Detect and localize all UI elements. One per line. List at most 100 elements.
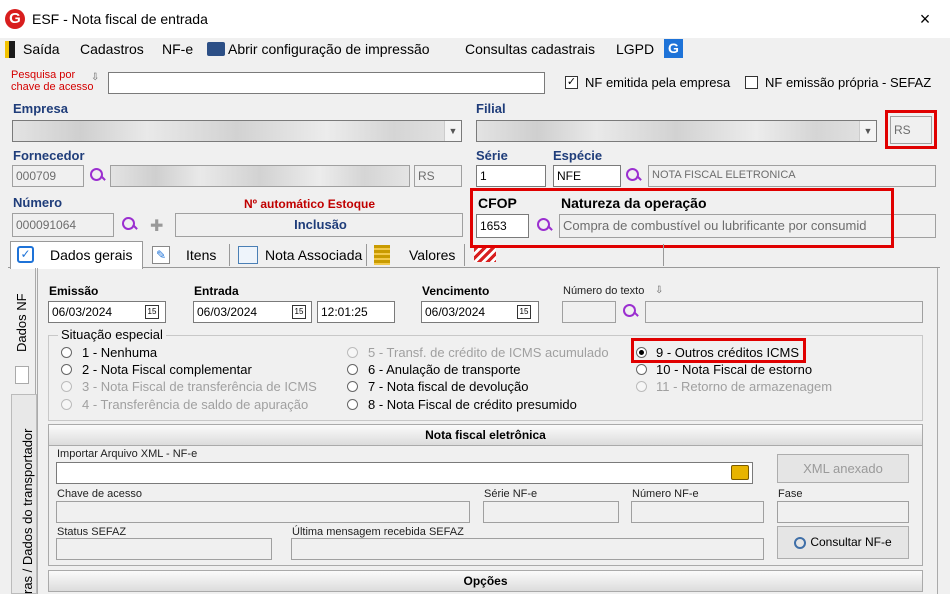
door-exit-icon [5, 41, 15, 58]
fornecedor-uf-field: RS [414, 165, 462, 187]
lgpd-app-icon[interactable]: G [664, 39, 683, 58]
title-bar: G ESF - Nota fiscal de entrada × [0, 0, 950, 38]
checkmark-icon: ✓ [17, 246, 34, 263]
numero-field[interactable]: 000091064 [12, 213, 114, 237]
radio-opt6[interactable] [347, 364, 358, 375]
nf-emitida-checkbox[interactable]: ✓ [565, 76, 578, 89]
radio-opt6-label: 6 - Anulação de transporte [368, 362, 521, 377]
close-button[interactable]: × [910, 6, 940, 32]
filial-uf-highlight [885, 110, 937, 149]
radio-opt7[interactable] [347, 381, 358, 392]
serie-nfe-label: Série NF-e [484, 488, 538, 500]
sort-arrow-icon: ⇩ [91, 72, 100, 83]
radio-opt1[interactable] [61, 347, 72, 358]
app-logo-icon: G [5, 9, 25, 29]
nf-emitida-label: NF emitida pela empresa [585, 75, 731, 90]
menu-lgpd[interactable]: LGPD [616, 41, 654, 57]
radio-opt7-label: 7 - Nota fiscal de devolução [368, 379, 529, 394]
entrada-calendar-icon[interactable]: 15 [292, 305, 306, 319]
numero-label: Número [13, 195, 63, 210]
tab-valores[interactable]: Valores [409, 242, 455, 268]
emissao-calendar-icon[interactable]: 15 [145, 305, 159, 319]
side-tab-dados-nf[interactable]: Dados NF [14, 292, 32, 352]
nf-propria-label: NF emissão própria - SEFAZ [765, 75, 932, 90]
side-document-icon [15, 366, 29, 384]
radio-opt8[interactable] [347, 399, 358, 410]
empresa-label: Empresa [13, 101, 68, 116]
radio-opt4 [61, 399, 72, 410]
status-sefaz-field [56, 538, 272, 560]
search-label-line2: chave de acesso [11, 81, 94, 93]
numero-add-icon[interactable]: ✚ [150, 216, 163, 236]
radio-opt8-label: 8 - Nota Fiscal de crédito presumido [368, 397, 577, 412]
radio-opt5 [347, 347, 358, 358]
numero-texto-sort-icon: ⇩ [655, 285, 664, 296]
menu-cadastros[interactable]: Cadastros [80, 41, 144, 57]
radio-opt3 [61, 381, 72, 392]
numero-nfe-field [631, 501, 764, 523]
radio-opt11-label: 11 - Retorno de armazenagem [656, 379, 833, 394]
emissao-label: Emissão [49, 284, 99, 298]
radio-opt10-label: 10 - Nota Fiscal de estorno [656, 362, 813, 377]
vencimento-calendar-icon[interactable]: 15 [517, 305, 531, 319]
menu-consultas-cadastrais[interactable]: Consultas cadastrais [465, 41, 595, 57]
menu-nfe[interactable]: NF-e [162, 41, 193, 57]
numero-texto-desc-field [645, 301, 923, 323]
fornecedor-code-field[interactable]: 000709 [12, 165, 84, 187]
numero-nfe-label: Número NF-e [632, 488, 699, 500]
especie-search-icon[interactable] [625, 167, 641, 183]
radio-opt5-label: 5 - Transf. de crédito de ICMS acumulado [368, 345, 609, 360]
especie-code-input[interactable]: NFE [553, 165, 621, 187]
numero-texto-label: Número do texto [563, 285, 645, 297]
consultar-nfe-label: Consultar NF-e [810, 535, 892, 549]
especie-label: Espécie [553, 148, 603, 163]
fase-label: Fase [778, 488, 803, 500]
radio-opt2[interactable] [61, 364, 72, 375]
serie-nfe-field [483, 501, 619, 523]
cfop-natureza-highlight [470, 188, 894, 248]
tab-dados-gerais[interactable]: Dados gerais [50, 242, 133, 268]
search-chave-input[interactable] [108, 72, 545, 94]
empresa-select[interactable] [12, 120, 462, 142]
fornecedor-search-icon[interactable] [89, 167, 105, 183]
radio-opt2-label: 2 - Nota Fiscal complementar [82, 362, 252, 377]
nf-propria-checkbox[interactable] [745, 76, 758, 89]
stripes-icon[interactable] [474, 248, 496, 262]
entrada-hora-input[interactable]: 12:01:25 [317, 301, 395, 323]
importar-xml-input[interactable] [56, 462, 753, 484]
menu-abrir-configuracao[interactable]: Abrir configuração de impressão [228, 41, 430, 57]
radio-opt3-label: 3 - Nota Fiscal de transferência de ICMS [82, 379, 317, 394]
opt9-highlight [631, 338, 806, 363]
filial-select[interactable] [476, 120, 877, 142]
opcoes-header[interactable]: Opções [48, 570, 923, 592]
serie-input[interactable]: 1 [476, 165, 546, 187]
menu-saida[interactable]: Saída [23, 41, 60, 57]
menu-bar: Saída Cadastros NF-e Abrir configuração … [0, 38, 950, 62]
tab-itens[interactable]: Itens [186, 242, 216, 268]
xml-anexado-button: XML anexado [777, 454, 909, 483]
ultima-mensagem-field [291, 538, 764, 560]
filial-dropdown-icon[interactable]: ▼ [859, 121, 876, 141]
search-label: Pesquisa por chave de acesso [11, 69, 94, 93]
radio-opt11 [636, 381, 647, 392]
folder-open-icon[interactable] [731, 465, 749, 480]
numero-texto-search-icon[interactable] [622, 303, 638, 319]
coins-icon [374, 245, 390, 265]
numero-search-icon[interactable] [121, 216, 137, 232]
chave-acesso-field [56, 501, 470, 523]
auto-estoque-label: Nº automático Estoque [244, 197, 376, 211]
situacao-legend: Situação especial [58, 327, 166, 342]
search-label-line1: Pesquisa por [11, 69, 76, 81]
window-title: ESF - Nota fiscal de entrada [32, 11, 208, 27]
mode-inclusao-field: Inclusão [175, 213, 463, 237]
filial-label: Filial [476, 101, 506, 116]
tab-nota-associada[interactable]: Nota Associada [265, 242, 362, 268]
ultima-mensagem-label: Última mensagem recebida SEFAZ [292, 526, 464, 538]
radio-opt10[interactable] [636, 364, 647, 375]
document-icon [238, 246, 258, 264]
numero-texto-field[interactable] [562, 301, 616, 323]
consultar-nfe-button[interactable]: Consultar NF-e [777, 526, 909, 559]
vencimento-label: Vencimento [422, 284, 490, 298]
empresa-dropdown-icon[interactable]: ▼ [444, 121, 461, 141]
side-tab-transportador[interactable]: ras / Dados do transportador [20, 394, 38, 594]
